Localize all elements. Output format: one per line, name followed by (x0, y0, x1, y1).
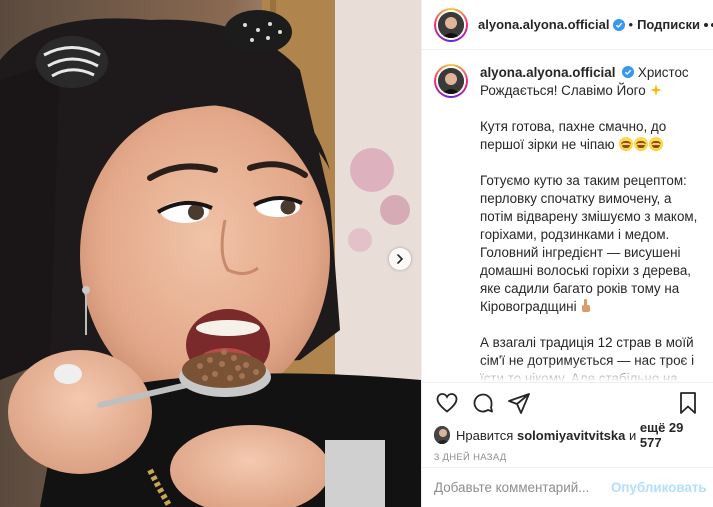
sparkle-emoji-icon (649, 83, 663, 98)
header-username[interactable]: alyona.alyona.official (478, 17, 610, 32)
caption-row: alyona.alyona.official Христос Рождаєтьс… (434, 64, 701, 382)
bookmark-icon[interactable] (675, 390, 701, 416)
instagram-post: alyona.alyona.official • Подписки alyona… (0, 0, 713, 507)
liker-username[interactable]: solomiyavitvitska (517, 428, 625, 443)
post-header: alyona.alyona.official • Подписки (422, 0, 713, 50)
caption-avatar[interactable] (434, 64, 468, 98)
likes-summary: Нравится solomiyavitvitska и ещё 29 577 (434, 420, 701, 450)
comment-input[interactable] (434, 480, 611, 495)
heart-icon[interactable] (434, 390, 460, 416)
following-button[interactable]: Подписки (637, 17, 700, 32)
laughing-emoji-icon (634, 137, 649, 151)
laughing-emoji-icon (619, 137, 634, 151)
comment-icon[interactable] (470, 390, 496, 416)
more-icon[interactable] (700, 19, 713, 31)
publish-button[interactable]: Опубликовать (611, 480, 707, 495)
avatar[interactable] (434, 7, 468, 42)
photo-illustration (0, 0, 421, 507)
verified-icon (612, 18, 625, 31)
caption-verified-icon (622, 65, 635, 78)
likes-count[interactable]: ещё 29 577 (640, 420, 701, 450)
caption-area[interactable]: alyona.alyona.official Христос Рождаєтьс… (422, 50, 713, 382)
share-icon[interactable] (506, 390, 532, 416)
actions-area: Нравится solomiyavitvitska и ещё 29 577 … (422, 382, 713, 467)
post-side-panel: alyona.alyona.official • Подписки alyona… (421, 0, 713, 507)
caption-fade (422, 362, 713, 382)
caption-text: alyona.alyona.official Христос Рождаєтьс… (480, 64, 701, 382)
action-icons (434, 383, 701, 423)
post-photo[interactable] (0, 0, 421, 507)
likes-middle: и (629, 427, 637, 443)
caption-paragraph-2: Готуємо кутю за таким рецептом: перловку… (480, 173, 698, 314)
liker-avatar[interactable] (434, 426, 450, 444)
post-timestamp[interactable]: 3 ДНЕЙ НАЗАД (434, 447, 701, 467)
likes-prefix: Нравится (455, 427, 514, 443)
comment-bar: Опубликовать (422, 467, 713, 507)
header-separator: • (628, 17, 634, 32)
caption-username[interactable]: alyona.alyona.official (480, 65, 615, 80)
next-arrow-icon[interactable] (389, 248, 411, 270)
laughing-emoji-icon (649, 137, 664, 151)
pointing-hand-emoji-icon (580, 299, 592, 314)
